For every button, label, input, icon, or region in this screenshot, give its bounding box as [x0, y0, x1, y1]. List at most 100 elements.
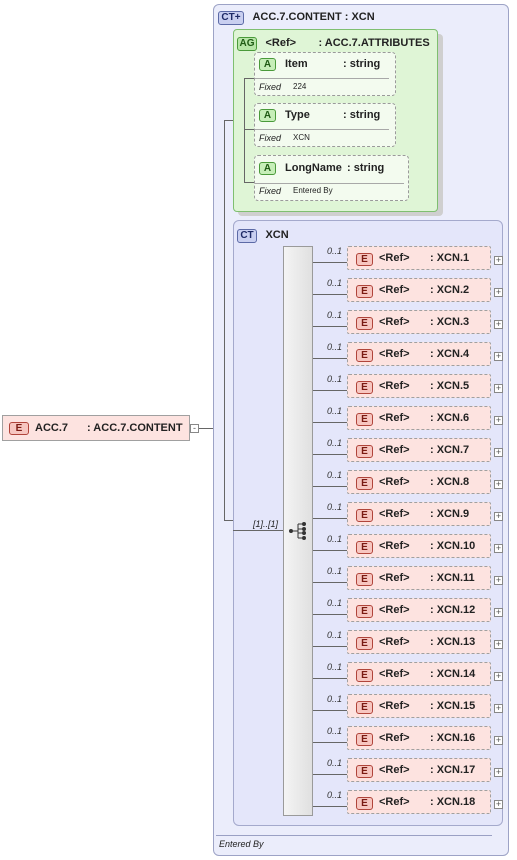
element-box[interactable]: E <Ref>: XCN.15 [347, 694, 491, 718]
expand-icon[interactable]: + [494, 800, 503, 809]
element-name: : XCN.10 [430, 540, 476, 552]
content-branch-line [224, 120, 225, 520]
expand-icon[interactable]: + [494, 352, 503, 361]
element-ref: <Ref> [379, 764, 410, 776]
element-badge: E [356, 509, 373, 522]
element-badge: E [9, 422, 29, 435]
element-connector [313, 486, 347, 487]
attribute-connector [244, 182, 254, 183]
element-row: 0..1 E <Ref>: XCN.1 + [313, 244, 503, 274]
element-ref: <Ref> [379, 284, 410, 296]
attribute-group-header: AG <Ref> : ACC.7.ATTRIBUTES [237, 33, 430, 51]
expand-icon[interactable]: + [494, 736, 503, 745]
element-box[interactable]: E <Ref>: XCN.11 [347, 566, 491, 590]
plus-icon: + [234, 12, 241, 23]
attribute-badge: A [259, 58, 276, 71]
fixed-value: XCN [293, 133, 310, 142]
attribute-branch-line [244, 78, 245, 182]
expand-icon[interactable]: + [494, 640, 503, 649]
attribute-separator [255, 129, 389, 130]
element-occurrence: 0..1 [327, 662, 343, 672]
content-type-title: ACC.7.CONTENT : XCN [252, 11, 375, 23]
fixed-label: Fixed [259, 186, 282, 196]
element-badge: E [356, 349, 373, 362]
expand-icon[interactable]: + [494, 768, 503, 777]
root-expand-icon[interactable]: - [190, 424, 199, 433]
element-occurrence: 0..1 [327, 278, 343, 288]
expand-icon[interactable]: + [494, 704, 503, 713]
element-box[interactable]: E <Ref>: XCN.16 [347, 726, 491, 750]
element-occurrence: 0..1 [327, 694, 343, 704]
element-row: 0..1 E <Ref>: XCN.5 + [313, 372, 503, 402]
element-occurrence: 0..1 [327, 630, 343, 640]
footer-annotation: Entered By [219, 839, 264, 849]
element-row: 0..1 E <Ref>: XCN.15 + [313, 692, 503, 722]
element-connector [313, 742, 347, 743]
element-ref: <Ref> [379, 348, 410, 360]
element-occurrence: 0..1 [327, 342, 343, 352]
expand-icon[interactable]: + [494, 576, 503, 585]
element-box[interactable]: E <Ref>: XCN.6 [347, 406, 491, 430]
element-box[interactable]: E <Ref>: XCN.7 [347, 438, 491, 462]
expand-icon[interactable]: + [494, 416, 503, 425]
element-badge: E [356, 573, 373, 586]
attribute-badge: A [259, 162, 276, 175]
element-box[interactable]: E <Ref>: XCN.12 [347, 598, 491, 622]
sequence-occurrence: [1]..[1] [253, 519, 279, 529]
element-connector [313, 390, 347, 391]
element-box[interactable]: E <Ref>: XCN.2 [347, 278, 491, 302]
element-occurrence: 0..1 [327, 310, 343, 320]
element-badge: E [356, 765, 373, 778]
fixed-label: Fixed [259, 133, 282, 143]
expand-icon[interactable]: + [494, 384, 503, 393]
expand-icon[interactable]: + [494, 256, 503, 265]
element-box[interactable]: E <Ref>: XCN.3 [347, 310, 491, 334]
element-box[interactable]: E <Ref>: XCN.9 [347, 502, 491, 526]
element-row: 0..1 E <Ref>: XCN.10 + [313, 532, 503, 562]
expand-icon[interactable]: + [494, 480, 503, 489]
element-occurrence: 0..1 [327, 726, 343, 736]
element-ref: <Ref> [379, 508, 410, 520]
attribute-type-box[interactable]: A Type : string Fixed XCN [254, 103, 396, 147]
attribute-name: Item [285, 58, 308, 70]
element-box[interactable]: E <Ref>: XCN.18 [347, 790, 491, 814]
element-name: : XCN.18 [430, 796, 476, 808]
expand-icon[interactable]: + [494, 608, 503, 617]
element-box[interactable]: E <Ref>: XCN.13 [347, 630, 491, 654]
element-box[interactable]: E <Ref>: XCN.4 [347, 342, 491, 366]
element-box[interactable]: E <Ref>: XCN.10 [347, 534, 491, 558]
element-name: : XCN.1 [430, 252, 470, 264]
attribute-item[interactable]: A Item : string Fixed 224 [254, 52, 396, 96]
root-element-name: ACC.7 [35, 422, 69, 434]
element-connector [313, 262, 347, 263]
element-occurrence: 0..1 [327, 790, 343, 800]
expand-icon[interactable]: + [494, 448, 503, 457]
element-box[interactable]: E <Ref>: XCN.1 [347, 246, 491, 270]
element-row: 0..1 E <Ref>: XCN.12 + [313, 596, 503, 626]
element-ref: <Ref> [379, 796, 410, 808]
element-box[interactable]: E <Ref>: XCN.8 [347, 470, 491, 494]
element-box[interactable]: E <Ref>: XCN.17 [347, 758, 491, 782]
expand-icon[interactable]: + [494, 512, 503, 521]
expand-icon[interactable]: + [494, 288, 503, 297]
expand-icon[interactable]: + [494, 320, 503, 329]
expand-icon[interactable]: + [494, 544, 503, 553]
attribute-type: : string [347, 162, 385, 174]
complex-type-badge: CT [237, 229, 257, 243]
element-row: 0..1 E <Ref>: XCN.18 + [313, 788, 503, 818]
element-name: : XCN.5 [430, 380, 470, 392]
element-box[interactable]: E <Ref>: XCN.14 [347, 662, 491, 686]
root-element[interactable]: E ACC.7 : ACC.7.CONTENT [2, 415, 190, 441]
element-badge: E [356, 317, 373, 330]
fixed-label: Fixed [259, 82, 282, 92]
root-connector [198, 428, 213, 429]
expand-icon[interactable]: + [494, 672, 503, 681]
element-occurrence: 0..1 [327, 758, 343, 768]
attribute-longname[interactable]: A LongName : string Fixed Entered By [254, 155, 409, 201]
attribute-badge: A [259, 109, 276, 122]
element-connector [313, 550, 347, 551]
element-ref: <Ref> [379, 572, 410, 584]
element-badge: E [356, 253, 373, 266]
attribute-group-ref: <Ref> [265, 37, 297, 49]
element-box[interactable]: E <Ref>: XCN.5 [347, 374, 491, 398]
